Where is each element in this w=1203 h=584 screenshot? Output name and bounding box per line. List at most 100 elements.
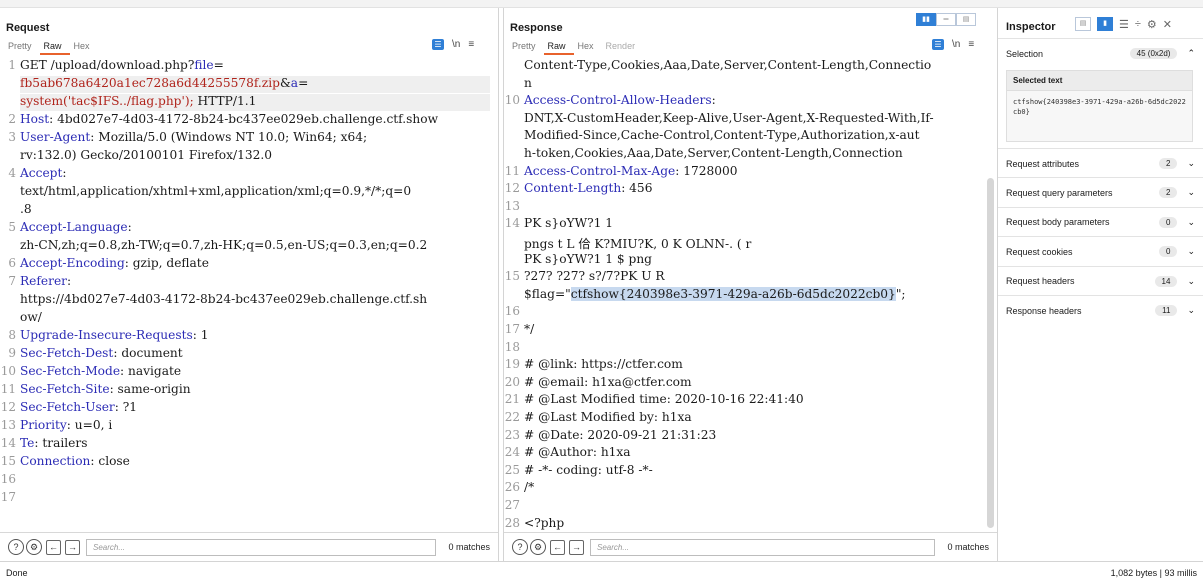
code-token: .8 [20,202,32,216]
code-token: : trailers [34,436,88,450]
inspector-layout-active-icon[interactable]: ▮ [1097,17,1113,31]
inspector-section-row[interactable]: Request query parameters 2 ⌄ [998,177,1203,207]
code-line: rv:132.0) Gecko/20100101 Firefox/132.0 [20,148,272,162]
line-number: 17 [504,322,520,336]
layout-split-icon[interactable]: ▮▮ [916,13,936,26]
code-token: : 1 [192,328,209,342]
line-number: 9 [8,346,16,360]
chevron-down-icon[interactable]: ⌄ [1187,246,1195,257]
code-token: zh-CN,zh;q=0.8,zh-TW;q=0.7,zh-HK;q=0.5,e… [20,238,428,252]
selected-text-value[interactable]: ctfshow{240398e3-3971-429a-a26b-6d5dc202… [1007,91,1192,123]
help-icon[interactable]: ? [8,539,24,555]
prev-arrow-icon[interactable]: ← [550,539,565,555]
code-token: # -*- coding: utf-8 -*- [524,462,653,477]
response-scrollbar[interactable] [987,178,994,528]
inspector-section-row[interactable]: Request attributes 2 ⌄ [998,148,1203,178]
response-tab-pretty[interactable]: Pretty [508,41,544,55]
code-token: system('tac$IFS../flag.php'); [20,94,194,108]
code-token: */ [524,322,535,336]
prev-arrow-icon[interactable]: ← [46,539,61,555]
code-token: Priority [20,418,67,432]
code-line: PK s}oYW?1 1 $ png [524,252,652,266]
chevron-down-icon[interactable]: ⌄ [1187,187,1195,198]
request-title: Request [6,22,50,34]
code-token: Sec-Fetch-User [20,400,115,414]
response-tab-render[interactable]: Render [602,41,644,55]
request-editor[interactable]: 1 GET /upload/download.php?file= fb5ab678a… [0,58,498,533]
inspector-pane: Inspector ▤ ▮ ☰ ÷ ⚙ ✕ Selection 45 (0x2d… [998,8,1203,561]
newline-toggle[interactable]: \n [952,39,960,50]
inspector-section-row[interactable]: Request body parameters 0 ⌄ [998,206,1203,237]
code-token: /* [524,480,535,495]
request-tab-pretty[interactable]: Pretty [4,41,40,55]
code-line: h-token,Cookies,Aaa,Date,Server,Content-… [524,146,903,160]
layout-buttons: ▮▮ ═ ▤ [916,13,976,26]
chevron-down-icon[interactable]: ⌄ [1187,276,1195,287]
settings-icon[interactable]: ⚙ [26,539,42,555]
chevron-up-icon[interactable]: ⌃ [1187,48,1195,59]
code-token: : ?1 [114,400,138,414]
chevron-down-icon[interactable]: ⌄ [1187,158,1195,169]
line-number: 13 [0,418,16,432]
code-line: Priority: u=0, i [20,418,112,432]
selection-label: Selection [1006,48,1044,59]
code-token: : gzip, deflate [124,256,209,270]
request-pane: Request Pretty Raw Hex ☰ \n ≡ 1 GET /uplo… [0,8,499,561]
line-number: 26 [504,480,520,495]
selection-row[interactable]: Selection 45 (0x2d) ⌃ [998,38,1203,68]
inspector-section-row[interactable]: Request cookies 0 ⌄ [998,236,1203,266]
menu-icon[interactable]: ≡ [468,39,474,50]
inspector-section-row[interactable]: Request headers 14 ⌄ [998,265,1203,296]
inspector-section-label: Response headers [1006,305,1082,316]
gear-icon[interactable]: ⚙ [1147,18,1157,31]
split-icon[interactable]: ÷ [1135,18,1141,30]
response-tab-hex[interactable]: Hex [574,41,602,55]
next-arrow-icon[interactable]: → [65,539,80,555]
close-icon[interactable]: ✕ [1163,18,1172,31]
request-search-input[interactable]: Search... [86,538,437,556]
layout-horizontal-icon[interactable]: ═ [936,13,956,26]
code-line: Content-Type,Cookies,Aaa,Date,Server,Con… [524,58,931,72]
help-icon[interactable]: ? [512,539,528,555]
inspector-section-count: 0 [1159,246,1178,258]
code-line: GET /upload/download.php?file= [20,58,224,72]
code-line: zh-CN,zh;q=0.8,zh-TW;q=0.7,zh-HK;q=0.5,e… [20,238,427,252]
wrap-lines-icon[interactable]: ☰ [432,39,444,50]
inspector-layout-icon[interactable]: ▤ [1075,17,1091,31]
chevron-down-icon[interactable]: ⌄ [1187,305,1195,316]
code-token: PK s}oYW?1 1 [524,216,614,231]
code-line: pngs t L 佮 K?MIU?K, 0 K OLNN-. ( r [524,234,751,252]
code-token: : [66,274,72,288]
code-line: Access-Control-Max-Age: 1728000 [524,164,738,178]
line-number: 18 [504,339,520,354]
code-line: Te: trailers [20,436,87,450]
next-arrow-icon[interactable]: → [569,539,584,555]
code-line: Sec-Fetch-Mode: navigate [20,364,181,378]
code-token: Sec-Fetch-Mode [20,364,121,378]
code-line: https://4bd027e7-4d03-4172-8b24-bc437ee0… [20,292,427,306]
code-token: Content-Length [524,181,622,196]
line-number: 25 [504,462,520,477]
response-search-input[interactable]: Search... [590,538,936,556]
request-matches: 0 matches [448,542,490,552]
code-line: # @email: h1xa@ctfer.com [524,375,692,389]
code-token: : document [113,346,183,360]
line-number: 11 [504,163,520,178]
response-editor[interactable]: Content-Type,Cookies,Aaa,Date,Server,Con… [504,58,997,533]
request-tab-hex[interactable]: Hex [70,41,98,55]
code-token: : [127,220,132,234]
code-token: pngs t L 佮 K?MIU?K, 0 K OLNN-. ( r [524,237,752,251]
align-icon[interactable]: ☰ [1119,18,1129,31]
response-tab-raw[interactable]: Raw [543,41,574,55]
request-tab-raw[interactable]: Raw [39,41,70,55]
settings-icon[interactable]: ⚙ [530,539,546,555]
menu-icon[interactable]: ≡ [968,39,974,50]
code-token: # @Last Modified by: h1xa [524,410,692,424]
code-token: : 456 [621,181,653,196]
status-bar: Done 1,082 bytes | 93 millis [0,561,1203,584]
inspector-section-row[interactable]: Response headers 11 ⌄ [998,295,1203,325]
newline-toggle[interactable]: \n [452,39,460,50]
chevron-down-icon[interactable]: ⌄ [1187,217,1195,228]
wrap-lines-icon[interactable]: ☰ [932,39,944,50]
layout-tabs-icon[interactable]: ▤ [956,13,976,26]
